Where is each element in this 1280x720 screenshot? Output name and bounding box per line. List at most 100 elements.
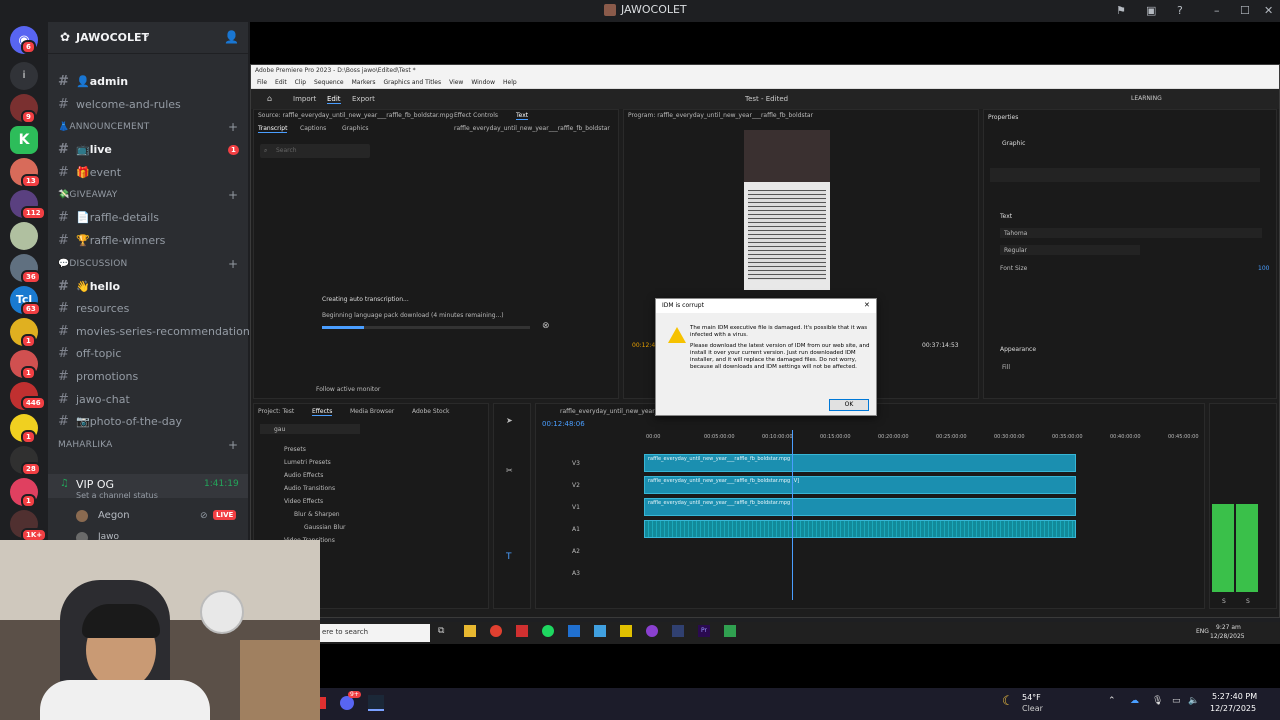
app-icon[interactable] — [594, 625, 606, 637]
effects-tree-item[interactable]: Audio Effects — [284, 472, 323, 479]
track-label[interactable]: A3 — [572, 570, 580, 577]
effects-tree-item[interactable]: Lumetri Presets — [284, 459, 331, 466]
maximize-icon[interactable]: ☐ — [1240, 4, 1250, 17]
channel-item[interactable]: # 👤admin — [58, 74, 128, 89]
home-icon[interactable]: ⌂ — [267, 94, 272, 103]
tab-edit[interactable]: Edit — [327, 95, 341, 104]
weather-temp[interactable]: 54°F — [1022, 693, 1041, 702]
channel-item[interactable]: # 👋hello — [58, 279, 120, 294]
premiere-menu-item[interactable]: Edit — [275, 79, 287, 86]
discord-taskbar-icon[interactable] — [340, 696, 354, 710]
add-channel-icon[interactable]: + — [228, 188, 238, 202]
premiere-menu-item[interactable]: Window — [471, 79, 495, 86]
premiere-menu-item[interactable]: View — [449, 79, 463, 86]
audio-clip-a1[interactable] — [644, 520, 1076, 538]
steam-taskbar-icon[interactable] — [368, 695, 384, 711]
browser-icon[interactable] — [646, 625, 658, 637]
effects-tree-item[interactable]: Audio Transitions — [284, 485, 335, 492]
effects-tree-item[interactable]: Presets — [284, 446, 306, 453]
playhead[interactable] — [792, 430, 793, 600]
razor-tool-icon[interactable]: ✂ — [506, 466, 513, 475]
server-icon[interactable] — [10, 222, 38, 250]
add-channel-icon[interactable]: + — [228, 120, 238, 134]
channel-item[interactable]: # jawo-chat — [58, 392, 130, 407]
tab-captions[interactable]: Captions — [300, 125, 326, 132]
voice-user[interactable]: Aegon ⊘ LIVE — [76, 509, 246, 525]
track-label[interactable]: A1 — [572, 526, 580, 533]
add-member-icon[interactable]: 👤 — [224, 30, 239, 44]
channel-category[interactable]: MAHARLIKA — [58, 440, 112, 450]
microphone-icon[interactable]: 🎙 — [1152, 696, 1163, 706]
add-channel-icon[interactable]: + — [228, 257, 238, 271]
channel-item[interactable]: # resources — [58, 301, 129, 316]
channel-item[interactable]: # 🎁event — [58, 165, 121, 180]
add-channel-icon[interactable]: + — [228, 438, 238, 452]
tab-adobe-stock[interactable]: Adobe Stock — [412, 408, 450, 415]
clock-time[interactable]: 5:27:40 PM — [1212, 692, 1257, 701]
premiere-menu-item[interactable]: Markers — [352, 79, 376, 86]
help-icon[interactable]: ? — [1177, 4, 1183, 17]
track-label[interactable]: V2 — [572, 482, 580, 489]
network-icon[interactable]: ▭ — [1172, 696, 1181, 706]
video-clip-v3[interactable]: raffle_everyday_until_new_year___raffle_… — [644, 454, 1076, 472]
monitor-icon[interactable]: ▣ — [1146, 4, 1156, 17]
effects-tree-item[interactable]: Gaussian Blur — [304, 524, 346, 531]
app-icon[interactable] — [320, 697, 326, 709]
voice-status[interactable]: Set a channel status — [76, 491, 158, 500]
tab-effects[interactable]: Effects — [312, 408, 333, 416]
spotify-icon[interactable] — [542, 625, 554, 637]
channel-item[interactable]: # off-topic — [58, 346, 121, 361]
meter-solo-left[interactable]: S — [1222, 598, 1226, 605]
file-explorer-icon[interactable] — [464, 625, 476, 637]
meter-solo-right[interactable]: S — [1246, 598, 1250, 605]
tab-import[interactable]: Import — [293, 95, 316, 103]
sticky-notes-icon[interactable] — [620, 625, 632, 637]
video-clip-v2[interactable]: raffle_everyday_until_new_year___raffle_… — [644, 476, 1076, 494]
channel-item[interactable]: # promotions — [58, 369, 138, 384]
clock-date[interactable]: 12/27/2025 — [1210, 704, 1256, 713]
server-icon[interactable]: K — [10, 126, 38, 154]
tab-media-browser[interactable]: Media Browser — [350, 408, 394, 415]
tab-project[interactable]: Project: Test — [258, 408, 294, 415]
font-select[interactable]: Tahoma — [1000, 228, 1262, 238]
channel-item[interactable]: # 📷photo-of-the-day — [58, 414, 182, 429]
premiere-menu-item[interactable]: Graphics and Titles — [384, 79, 442, 86]
store-icon[interactable] — [568, 625, 580, 637]
type-tool-icon[interactable]: T — [506, 552, 512, 562]
premiere-icon[interactable]: Pr — [698, 625, 710, 637]
tray-chevron-icon[interactable]: ⌃ — [1108, 696, 1116, 706]
task-view-icon[interactable]: ⧉ — [438, 626, 444, 636]
font-style-select[interactable]: Regular — [1000, 245, 1140, 255]
minimize-icon[interactable]: – — [1214, 4, 1220, 17]
effects-search[interactable]: gau — [260, 424, 360, 434]
windows-search[interactable]: ere to search — [320, 624, 430, 642]
font-size-value[interactable]: 100 — [1258, 265, 1269, 272]
steam-icon[interactable] — [672, 625, 684, 637]
tab-graphics[interactable]: Graphics — [342, 125, 369, 132]
channel-item[interactable]: # welcome-and-rules — [58, 97, 181, 112]
volume-icon[interactable]: 🔈 — [1188, 696, 1199, 706]
close-icon[interactable]: ✕ — [1264, 4, 1273, 17]
onedrive-icon[interactable]: ☁ — [1130, 696, 1139, 706]
channel-category[interactable]: 💸GIVEAWAY — [58, 190, 118, 200]
follow-monitor-label[interactable]: Follow active monitor — [316, 386, 380, 393]
effects-tree-item[interactable]: Blur & Sharpen — [294, 511, 340, 518]
track-label[interactable]: V1 — [572, 504, 580, 511]
cancel-icon[interactable]: ⊗ — [542, 321, 550, 331]
inbox-icon[interactable]: ⚑ — [1116, 4, 1126, 17]
track-label[interactable]: A2 — [572, 548, 580, 555]
close-icon[interactable]: ✕ — [864, 301, 870, 309]
server-header[interactable]: ✿ JAWOCOLET ⌄ 👤 — [48, 22, 248, 54]
language-indicator[interactable]: ENG — [1196, 628, 1209, 635]
channel-category[interactable]: 💬DISCUSSION — [58, 259, 127, 269]
effects-tree-item[interactable]: Video Effects — [284, 498, 323, 505]
track-label[interactable]: V3 — [572, 460, 580, 467]
channel-item[interactable]: # movies-series-recommendations — [58, 324, 256, 339]
selection-tool-icon[interactable]: ➤ — [506, 416, 513, 425]
tab-effect-controls[interactable]: Effect Controls — [454, 112, 498, 119]
video-clip-v1[interactable]: raffle_everyday_until_new_year___raffle_… — [644, 498, 1076, 516]
tab-text[interactable]: Text — [516, 112, 529, 120]
premiere-menu-item[interactable]: Help — [503, 79, 517, 86]
premiere-menu-item[interactable]: File — [257, 79, 267, 86]
brave-icon[interactable] — [516, 625, 528, 637]
